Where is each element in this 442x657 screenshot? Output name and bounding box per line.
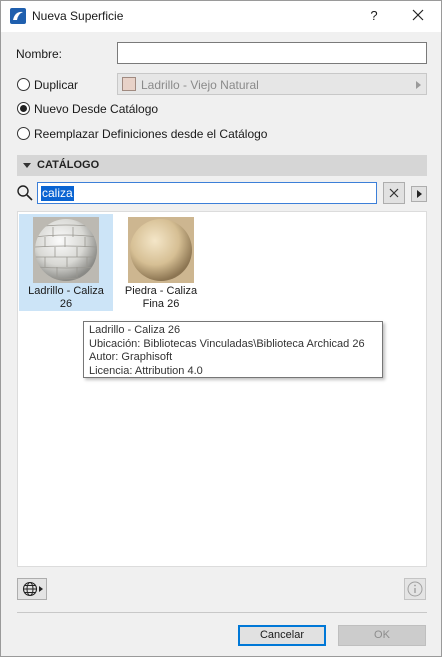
name-input[interactable] — [117, 42, 427, 64]
duplicate-label: Duplicar — [34, 78, 79, 92]
globe-icon — [22, 581, 43, 597]
tooltip-title: Ladrillo - Caliza 26 — [89, 324, 181, 336]
window-title: Nueva Superficie — [32, 9, 124, 23]
clear-search-button[interactable] — [383, 182, 405, 204]
replace-radio[interactable] — [17, 127, 30, 140]
cancel-button[interactable]: Cancelar — [238, 625, 326, 646]
catalog-item-caption: Piedra - Caliza Fina 26 — [114, 285, 208, 311]
chevron-right-icon — [416, 81, 421, 89]
ok-button[interactable]: OK — [338, 625, 426, 646]
surface-swatch — [122, 77, 136, 91]
new-surface-dialog: Nueva Superficie ? Nombre: Duplicar Ladr… — [0, 0, 442, 657]
brick-sphere-thumbnail — [33, 217, 99, 283]
catalog-item-name-line2: Fina 26 — [142, 298, 180, 310]
duplicate-combo[interactable]: Ladrillo - Viejo Natural — [117, 73, 427, 95]
name-label: Nombre: — [16, 47, 63, 61]
new-from-catalog-label: Nuevo Desde Catálogo — [34, 102, 159, 116]
library-source-button[interactable] — [17, 578, 47, 600]
close-icon[interactable] — [407, 6, 429, 26]
catalog-search-input[interactable]: caliza — [37, 182, 377, 204]
catalog-section-header[interactable]: CATÁLOGO — [17, 155, 427, 176]
catalog-item-name-line1: Ladrillo - Caliza — [28, 285, 104, 297]
tooltip-author: Autor: Graphisoft — [89, 351, 173, 363]
expand-arrow-button[interactable] — [411, 186, 427, 202]
duplicate-combo-value: Ladrillo - Viejo Natural — [141, 78, 259, 92]
catalog-item-name-line2: 26 — [59, 298, 73, 310]
info-button[interactable] — [404, 578, 426, 600]
catalog-item-ladrillo-caliza[interactable]: Ladrillo - Caliza 26 — [19, 214, 113, 311]
catalog-header-label: CATÁLOGO — [37, 159, 100, 171]
help-button[interactable]: ? — [365, 6, 383, 26]
catalog-item-tooltip: Ladrillo - Caliza 26 Ubicación: Bibliote… — [83, 321, 383, 378]
stone-sphere-thumbnail — [128, 217, 194, 283]
catalog-item-piedra-caliza[interactable]: Piedra - Caliza Fina 26 — [114, 214, 208, 311]
catalog-grid: Ladrillo - Caliza 26 Piedra - Caliza Fin — [17, 211, 427, 567]
archicad-app-icon — [10, 8, 26, 24]
new-from-catalog-radio[interactable] — [17, 102, 30, 115]
info-icon — [407, 581, 423, 597]
tooltip-location: Ubicación: Bibliotecas Vinculadas\Biblio… — [89, 337, 365, 350]
tooltip-license: Licencia: Attribution 4.0 — [89, 364, 203, 377]
replace-label: Reemplazar Definiciones desde el Catálog… — [34, 127, 268, 141]
collapse-triangle-icon — [23, 163, 31, 168]
search-icon — [17, 185, 33, 201]
catalog-item-caption: Ladrillo - Caliza 26 — [19, 285, 113, 311]
catalog-item-name-line1: Piedra - Caliza — [124, 285, 198, 297]
search-input-value: caliza — [41, 186, 74, 201]
title-bar: Nueva Superficie ? — [1, 1, 441, 32]
footer-separator — [17, 612, 427, 613]
duplicate-radio[interactable] — [17, 78, 30, 91]
close-icon — [389, 188, 399, 198]
